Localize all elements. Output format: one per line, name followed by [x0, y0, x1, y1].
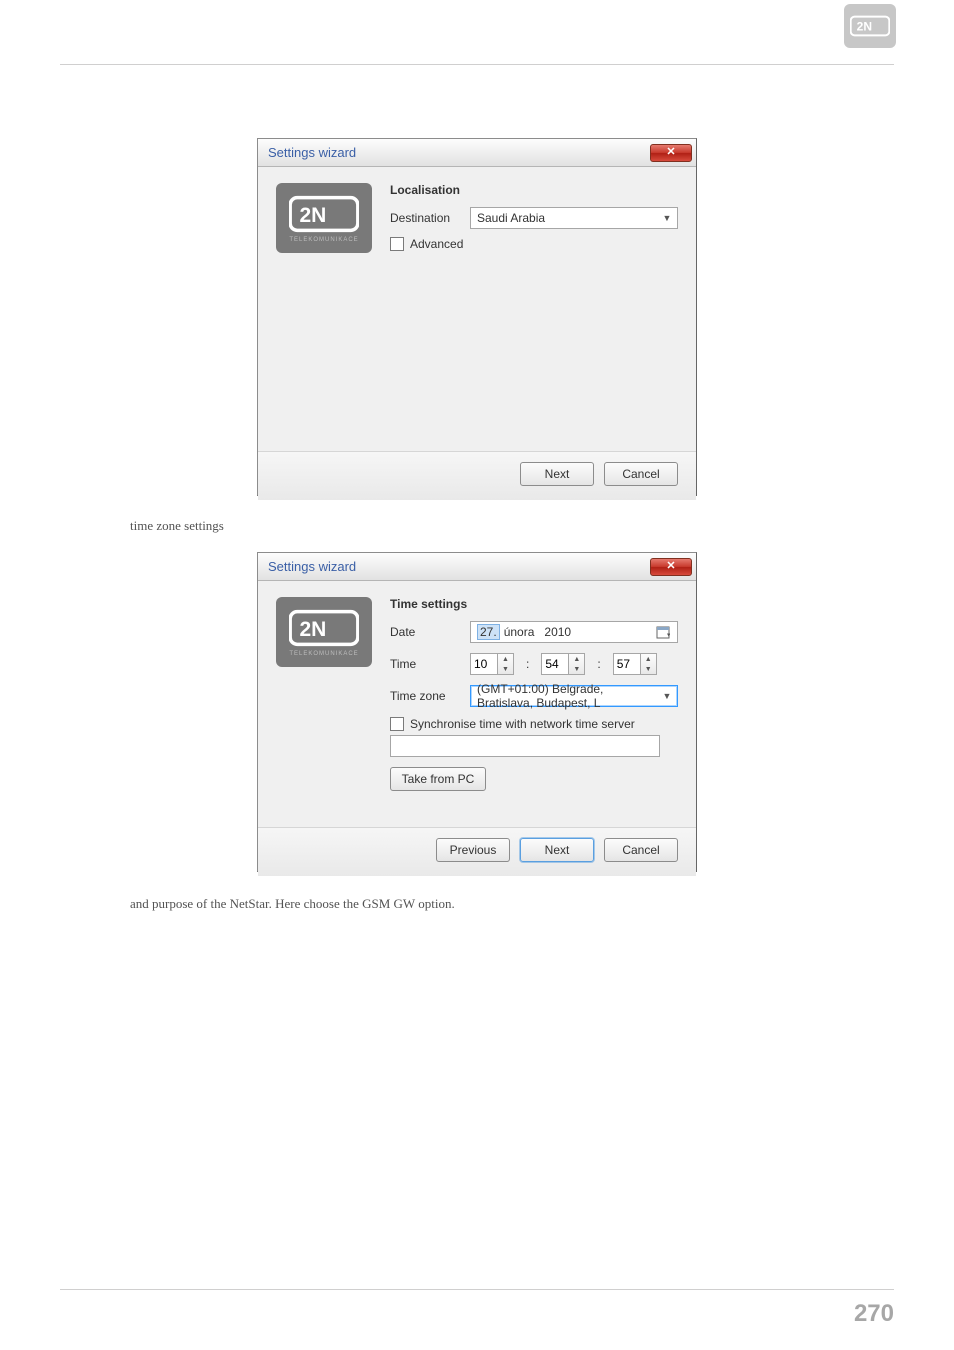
section-localisation: Localisation — [390, 183, 678, 197]
brand-2n-icon: 2N — [289, 193, 359, 235]
cancel-button[interactable]: Cancel — [604, 462, 678, 486]
sidebar-logo: 2N TELEKOMUNIKACE — [276, 183, 372, 253]
chevron-up-icon[interactable]: ▲ — [569, 654, 584, 664]
previous-button[interactable]: Previous — [436, 838, 510, 862]
svg-text:2N: 2N — [300, 618, 327, 641]
svg-text:▾: ▾ — [667, 632, 670, 639]
next-button[interactable]: Next — [520, 838, 594, 862]
time-second-spinner[interactable]: ▲▼ — [613, 653, 657, 675]
dialog-localisation: Settings wizard ✕ 2N TELEKOMUNIKACE Loca… — [257, 138, 697, 496]
dialog-time-settings: Settings wizard ✕ 2N TELEKOMUNIKACE Time… — [257, 552, 697, 872]
label-date: Date — [390, 625, 470, 639]
chevron-down-icon: ▼ — [659, 209, 675, 227]
time-second-value[interactable] — [613, 653, 641, 675]
advanced-checkbox[interactable]: Advanced — [390, 237, 463, 251]
take-from-pc-button[interactable]: Take from PC — [390, 767, 486, 791]
page-number: 270 — [854, 1300, 894, 1328]
next-button[interactable]: Next — [520, 462, 594, 486]
chevron-down-icon[interactable]: ▼ — [498, 664, 513, 674]
checkbox-icon — [390, 237, 404, 251]
titlebar: Settings wizard ✕ — [258, 553, 696, 581]
caption-purpose: and purpose of the NetStar. Here choose … — [130, 896, 455, 912]
close-button[interactable]: ✕ — [650, 558, 692, 576]
chevron-down-icon[interactable]: ▼ — [569, 664, 584, 674]
section-time-settings: Time settings — [390, 597, 678, 611]
titlebar: Settings wizard ✕ — [258, 139, 696, 167]
destination-value: Saudi Arabia — [477, 211, 659, 225]
calendar-icon[interactable]: ▾ — [651, 625, 675, 639]
caption-timezone: time zone settings — [130, 518, 224, 534]
time-minute-value[interactable] — [541, 653, 569, 675]
brand-2n-icon: 2N — [850, 14, 890, 38]
chevron-up-icon[interactable]: ▲ — [498, 654, 513, 664]
sidebar-logo: 2N TELEKOMUNIKACE — [276, 597, 372, 667]
close-icon: ✕ — [666, 147, 675, 158]
date-picker[interactable]: 27. února 2010 ▾ — [470, 621, 678, 643]
svg-text:2N: 2N — [300, 204, 327, 227]
sidebar: 2N TELEKOMUNIKACE — [276, 595, 382, 827]
window-title: Settings wizard — [268, 559, 650, 574]
sidebar-logo-subtext: TELEKOMUNIKACE — [289, 651, 358, 657]
destination-combobox[interactable]: Saudi Arabia ▼ — [470, 207, 678, 229]
chevron-down-icon[interactable]: ▼ — [641, 664, 656, 674]
svg-text:2N: 2N — [857, 20, 872, 34]
label-advanced: Advanced — [410, 237, 463, 251]
checkbox-icon — [390, 717, 404, 731]
header-rule — [60, 64, 894, 65]
time-hour-spinner[interactable]: ▲▼ — [470, 653, 514, 675]
date-day: 27. — [477, 624, 500, 640]
timezone-value: (GMT+01:00) Belgrade, Bratislava, Budape… — [477, 682, 659, 710]
label-time: Time — [390, 657, 470, 671]
sidebar: 2N TELEKOMUNIKACE — [276, 181, 382, 451]
date-month: února — [504, 625, 535, 639]
date-year: 2010 — [544, 625, 571, 639]
sync-ntp-checkbox[interactable]: Synchronise time with network time serve… — [390, 717, 678, 731]
cancel-button[interactable]: Cancel — [604, 838, 678, 862]
ntp-server-input[interactable] — [390, 735, 660, 757]
timezone-combobox[interactable]: (GMT+01:00) Belgrade, Bratislava, Budape… — [470, 685, 678, 707]
time-hour-value[interactable] — [470, 653, 498, 675]
close-button[interactable]: ✕ — [650, 144, 692, 162]
label-sync-ntp: Synchronise time with network time serve… — [410, 717, 635, 731]
chevron-down-icon: ▼ — [659, 687, 675, 705]
close-icon: ✕ — [666, 561, 675, 572]
footer-rule — [60, 1289, 894, 1290]
label-destination: Destination — [390, 211, 470, 225]
brand-2n-icon: 2N — [289, 607, 359, 649]
label-timezone: Time zone — [390, 689, 470, 703]
window-title: Settings wizard — [268, 145, 650, 160]
time-separator: : — [526, 657, 529, 671]
time-separator: : — [597, 657, 600, 671]
chevron-up-icon[interactable]: ▲ — [641, 654, 656, 664]
brand-logo: 2N — [844, 4, 896, 48]
time-minute-spinner[interactable]: ▲▼ — [541, 653, 585, 675]
sidebar-logo-subtext: TELEKOMUNIKACE — [289, 237, 358, 243]
